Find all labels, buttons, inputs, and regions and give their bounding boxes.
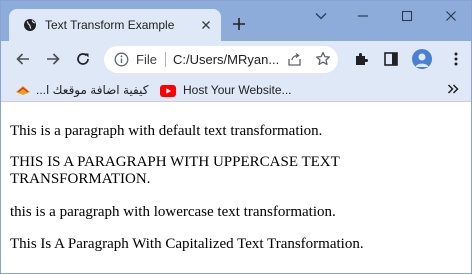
close-icon[interactable]	[429, 1, 471, 31]
avatar[interactable]	[412, 49, 432, 69]
paragraph-lowercase: This is a paragraph with lowercase text …	[10, 204, 336, 220]
paragraph-capitalize: This is a paragraph with capitalized tex…	[10, 236, 364, 252]
bookmark-item[interactable]: Host Your Website...	[160, 82, 292, 98]
bookmark-item[interactable]: كيفية اضافة موقعك ا...	[15, 82, 148, 98]
paragraph-default: This is a paragraph with default text tr…	[10, 123, 323, 139]
star-icon[interactable]	[315, 51, 331, 67]
address-bar[interactable]: File C:/Users/MRyan...	[104, 46, 338, 73]
close-icon[interactable]	[199, 18, 213, 32]
bookmark-label: كيفية اضافة موقعك ا...	[36, 83, 149, 97]
info-icon[interactable]	[114, 52, 129, 67]
new-tab-icon[interactable]	[232, 17, 246, 31]
url-scheme-label: File	[136, 52, 157, 67]
youtube-icon	[160, 84, 176, 97]
bookmark-label: Host Your Website...	[183, 83, 292, 97]
tab-strip: Text Transform Example	[1, 1, 471, 41]
bookmarks-bar: كيفية اضافة موقعك ا... Host Your Website…	[1, 77, 471, 102]
forward-arrow-icon[interactable]	[45, 51, 61, 67]
bookmark-favicon-icon	[15, 83, 31, 97]
paragraph-uppercase: This is a paragraph with uppercase text …	[10, 154, 340, 187]
back-arrow-icon[interactable]	[15, 51, 31, 67]
tab-title: Text Transform Example	[45, 18, 175, 32]
url-text[interactable]: C:/Users/MRyan...	[173, 52, 281, 67]
tab-active[interactable]: Text Transform Example	[9, 9, 221, 41]
side-panel-icon[interactable]	[383, 51, 399, 67]
chevron-down-icon[interactable]	[299, 1, 343, 31]
browser-window: Text Transform Example File C:/Users/MRy…	[0, 0, 472, 274]
double-chevron-icon[interactable]	[446, 82, 460, 96]
globe-icon	[23, 18, 37, 32]
toolbar: File C:/Users/MRyan...	[1, 41, 471, 77]
more-vertical-icon[interactable]	[448, 51, 464, 67]
puzzle-icon[interactable]	[353, 51, 369, 67]
page-content: This is a paragraph with default text tr…	[1, 102, 471, 273]
share-icon[interactable]	[287, 52, 302, 67]
reload-icon[interactable]	[75, 51, 91, 67]
maximize-icon[interactable]	[385, 1, 429, 31]
divider	[165, 52, 166, 67]
minimize-icon[interactable]	[341, 1, 385, 31]
